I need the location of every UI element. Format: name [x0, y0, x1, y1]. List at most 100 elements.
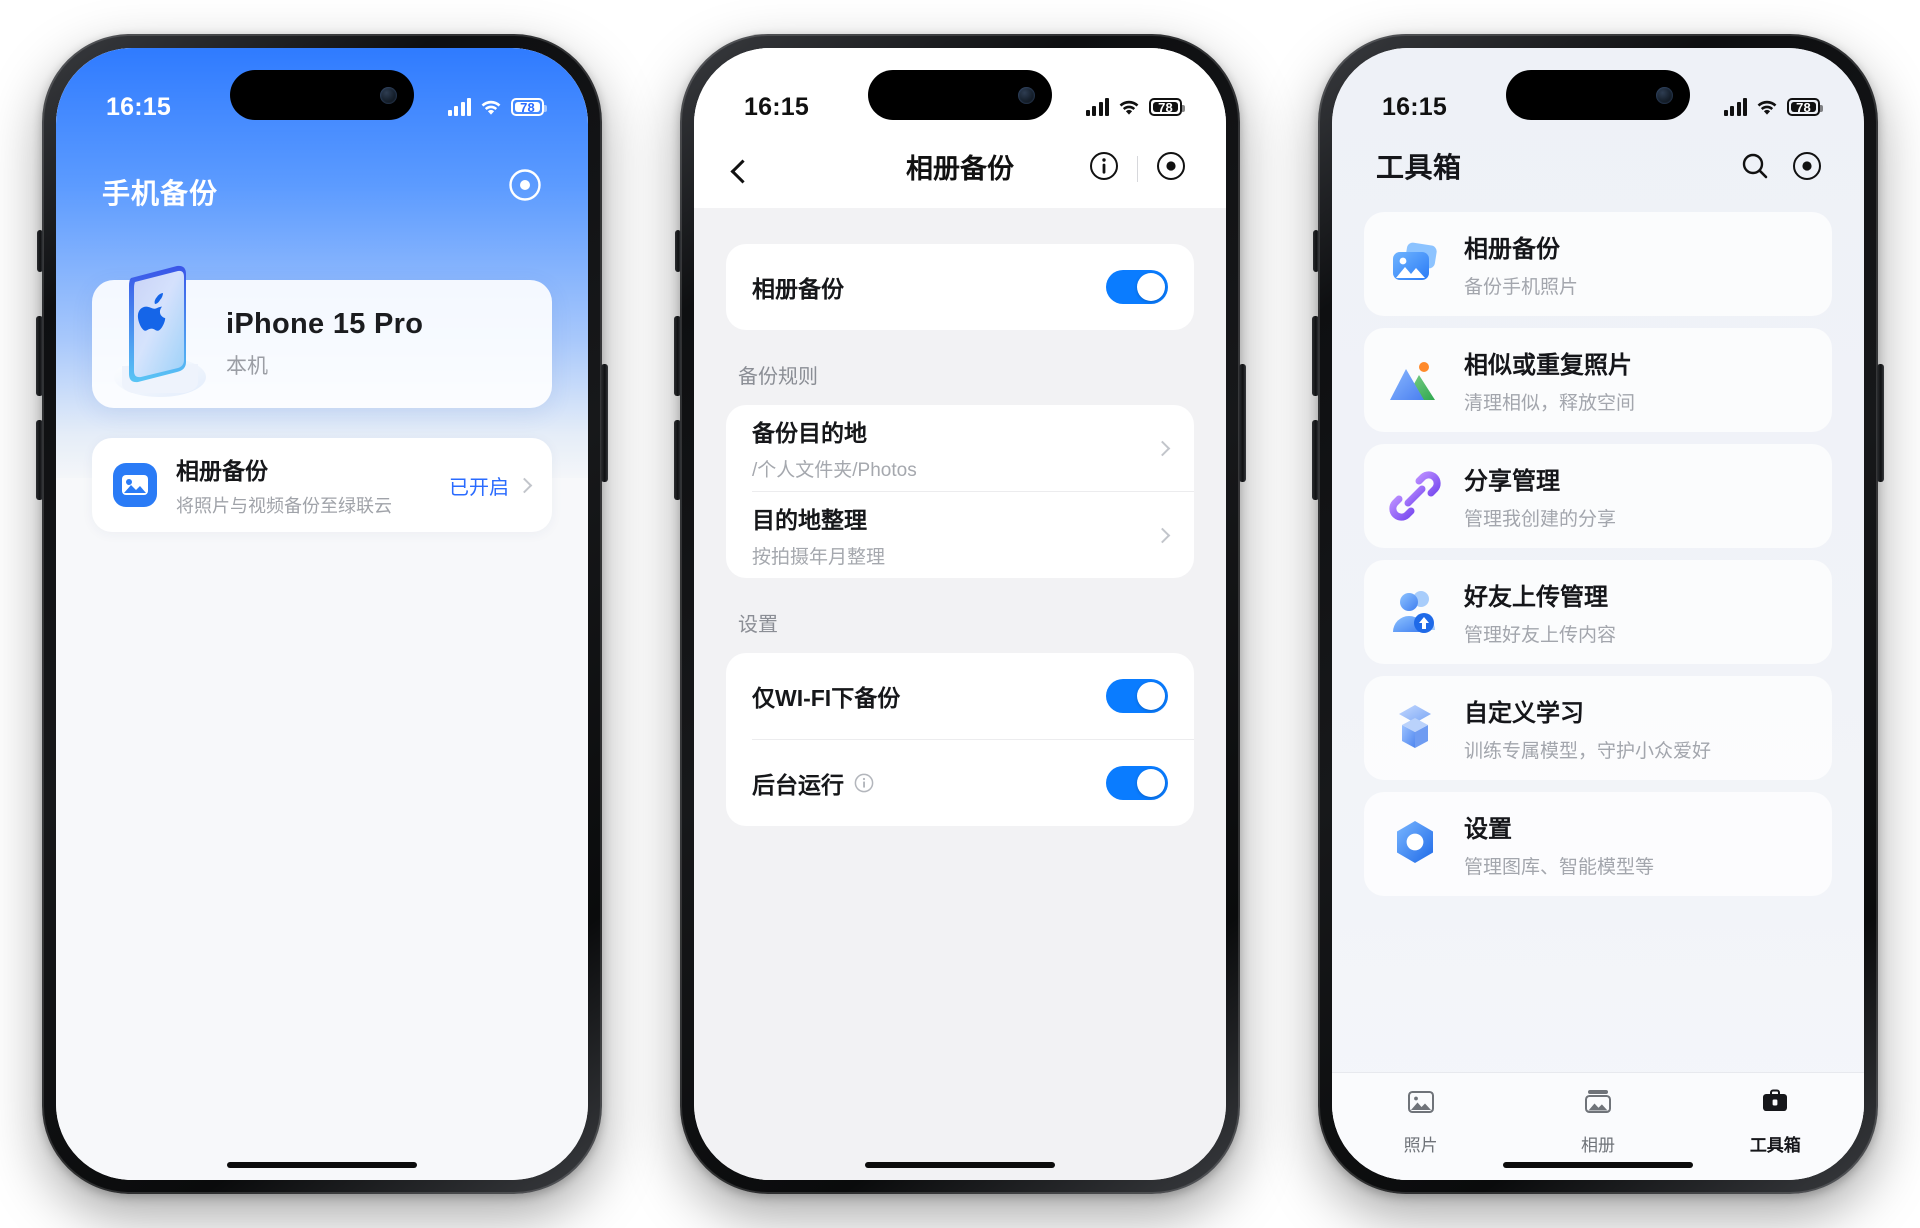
- toolbox-list: 相册备份 备份手机照片 相似或重复照片 清理相似，释放空间 分享管理 管理我创建…: [1364, 212, 1832, 908]
- volume-up-button[interactable]: [36, 316, 43, 396]
- wifi-only-row[interactable]: 仅WI-FI下备份: [726, 653, 1194, 739]
- volume-up-button[interactable]: [1312, 316, 1319, 396]
- volume-up-button[interactable]: [674, 316, 681, 396]
- row-text: 仅WI-FI下备份: [752, 679, 900, 713]
- tab-label: 工具箱: [1749, 1136, 1801, 1155]
- album-backup-row[interactable]: 相册备份 将照片与视频备份至绿联云 已开启: [92, 438, 552, 532]
- wifi-icon: [1118, 99, 1140, 116]
- tool-title: 相册备份: [1464, 236, 1560, 263]
- tab-toolbox[interactable]: 工具箱: [1715, 1087, 1835, 1156]
- volume-down-button[interactable]: [674, 420, 681, 500]
- tool-subtitle: 管理图库、智能模型等: [1464, 857, 1655, 878]
- background-run-toggle[interactable]: [1106, 766, 1168, 800]
- search-icon[interactable]: [1740, 151, 1770, 186]
- tab-label: 照片: [1403, 1136, 1438, 1155]
- target-icon[interactable]: [508, 168, 542, 202]
- row-text: 目的地整理 按拍摄年月整理: [752, 501, 885, 569]
- power-button[interactable]: [601, 364, 608, 482]
- destination-organize-row[interactable]: 目的地整理 按拍摄年月整理: [726, 492, 1194, 578]
- power-button[interactable]: [1239, 364, 1246, 482]
- volume-down-button[interactable]: [36, 420, 43, 500]
- tool-text: 自定义学习 训练专属模型，守护小众爱好: [1464, 693, 1711, 763]
- chevron-right-icon: [1154, 527, 1171, 543]
- wifi-only-toggle[interactable]: [1106, 679, 1168, 713]
- status-indicators: 78: [447, 98, 547, 116]
- tool-item-settings[interactable]: 设置 管理图库、智能模型等: [1364, 792, 1832, 896]
- tool-item-duplicate-photos[interactable]: 相似或重复照片 清理相似，释放空间: [1364, 328, 1832, 432]
- tool-item-friend-upload[interactable]: 好友上传管理 管理好友上传内容: [1364, 560, 1832, 664]
- friends-upload-icon: [1388, 585, 1442, 639]
- photos-tab-icon: [1406, 1087, 1436, 1122]
- tool-title: 好友上传管理: [1464, 584, 1608, 611]
- tab-albums[interactable]: 相册: [1538, 1087, 1658, 1156]
- settings-card: 仅WI-FI下备份 后台运行: [726, 653, 1194, 826]
- wifi-icon: [480, 99, 502, 116]
- tool-text: 设置 管理图库、智能模型等: [1464, 809, 1654, 879]
- album-backup-title: 相册备份: [176, 458, 268, 484]
- status-badge: 已开启: [449, 476, 509, 499]
- front-camera-icon: [380, 86, 397, 104]
- home-indicator[interactable]: [1503, 1162, 1693, 1168]
- info-circle-icon[interactable]: [1089, 151, 1119, 186]
- tool-subtitle: 管理我创建的分享: [1464, 509, 1617, 530]
- silent-switch[interactable]: [37, 230, 43, 272]
- tool-text: 相似或重复照片 清理相似，释放空间: [1464, 345, 1635, 415]
- target-icon[interactable]: [1156, 151, 1186, 186]
- row-subtitle: 按拍摄年月整理: [752, 547, 886, 568]
- home-indicator[interactable]: [227, 1162, 417, 1168]
- phone-screen-2: 16:15 78 相册备份 相册备份 备份规则 备份目的地 /个人文件夹/Pho…: [694, 48, 1226, 1180]
- phone-device-1: 16:15 78 手机备份 iPhone 15 Pro 本机 相册备份 将照片与…: [36, 34, 608, 1194]
- chevron-left-icon[interactable]: [730, 159, 755, 184]
- info-circle-icon[interactable]: [854, 773, 874, 793]
- phone-screen-3: 16:15 78 工具箱 相册备份 备份手机照片 相似或重复照片 清理相似，释放…: [1332, 48, 1864, 1180]
- tool-text: 相册备份 备份手机照片: [1464, 229, 1578, 299]
- power-button[interactable]: [1877, 364, 1884, 482]
- target-icon[interactable]: [1792, 151, 1822, 186]
- silent-switch[interactable]: [675, 230, 681, 272]
- album-backup-toggle[interactable]: [1106, 270, 1168, 304]
- home-indicator[interactable]: [865, 1162, 1055, 1168]
- status-indicators: 78: [1085, 98, 1185, 116]
- battery-icon: 78: [1149, 98, 1185, 116]
- photo-backup-icon: [112, 462, 158, 508]
- volume-down-button[interactable]: [1312, 420, 1319, 500]
- settings-body: 相册备份 备份规则 备份目的地 /个人文件夹/Photos 目的地整理 按拍摄年…: [694, 208, 1226, 1180]
- tool-subtitle: 备份手机照片: [1464, 277, 1579, 298]
- album-backup-toggle-card: 相册备份: [726, 244, 1194, 330]
- photo-stack-icon: [1388, 237, 1442, 291]
- tool-item-share-management[interactable]: 分享管理 管理我创建的分享: [1364, 444, 1832, 548]
- tool-title: 自定义学习: [1464, 700, 1584, 727]
- row-title: 仅WI-FI下备份: [752, 685, 901, 711]
- cubes-icon: [1388, 701, 1442, 755]
- nav-actions: [1089, 151, 1186, 186]
- background-run-row[interactable]: 后台运行: [726, 740, 1194, 826]
- phone-device-3: 16:15 78 工具箱 相册备份 备份手机照片 相似或重复照片 清理相似，释放…: [1312, 34, 1884, 1194]
- chevron-right-icon: [516, 477, 533, 493]
- row-title: 目的地整理: [752, 507, 867, 533]
- battery-icon: 78: [1787, 98, 1823, 116]
- backup-destination-row[interactable]: 备份目的地 /个人文件夹/Photos: [726, 405, 1194, 491]
- section-label-rules: 备份规则: [738, 366, 818, 388]
- row-text: 相册备份: [752, 270, 844, 304]
- album-backup-settings-screen: 16:15 78 相册备份 相册备份 备份规则 备份目的地 /个人文件夹/Pho…: [694, 48, 1226, 1180]
- device-card[interactable]: iPhone 15 Pro 本机: [92, 265, 552, 408]
- phone-backup-screen: 16:15 78 手机备份 iPhone 15 Pro 本机 相册备份 将照片与…: [56, 48, 588, 1180]
- row-text: 后台运行: [752, 766, 874, 800]
- tool-item-album-backup[interactable]: 相册备份 备份手机照片: [1364, 212, 1832, 316]
- tool-item-custom-learning[interactable]: 自定义学习 训练专属模型，守护小众爱好: [1364, 676, 1832, 780]
- section-label-settings: 设置: [738, 614, 778, 636]
- nav-actions: [1740, 151, 1822, 186]
- album-backup-toggle-row[interactable]: 相册备份: [726, 244, 1194, 330]
- dynamic-island: [230, 70, 414, 120]
- cellular-bars-icon: [1085, 98, 1109, 116]
- status-time: 16:15: [1382, 92, 1447, 121]
- toolbox-tab-icon: [1760, 1087, 1790, 1122]
- link-icon: [1388, 469, 1442, 523]
- silent-switch[interactable]: [1313, 230, 1319, 272]
- phone-device-2: 16:15 78 相册备份 相册备份 备份规则 备份目的地 /个人文件夹/Pho…: [674, 34, 1246, 1194]
- toolbox-screen: 16:15 78 工具箱 相册备份 备份手机照片 相似或重复照片 清理相似，释放…: [1332, 48, 1864, 1180]
- row-text: 备份目的地 /个人文件夹/Photos: [752, 414, 917, 482]
- tab-photos[interactable]: 照片: [1361, 1087, 1481, 1156]
- nav-divider: [1137, 155, 1138, 182]
- cellular-bars-icon: [1723, 98, 1747, 116]
